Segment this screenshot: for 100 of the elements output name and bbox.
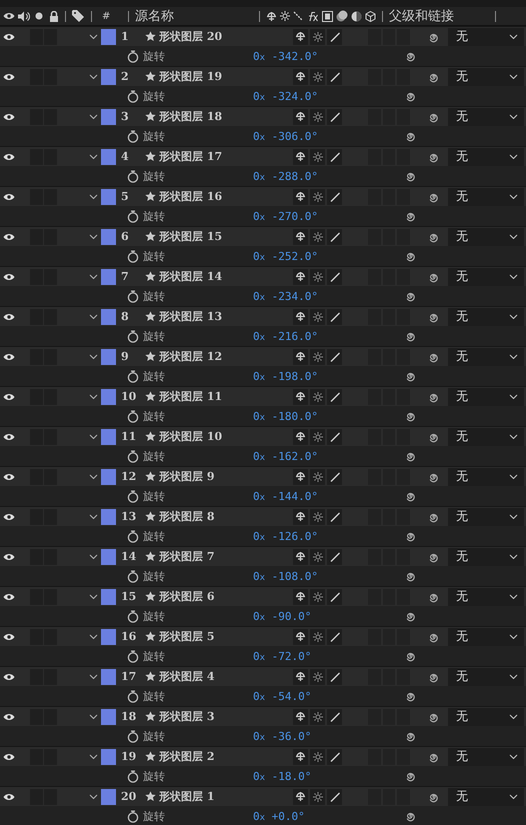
layer-name[interactable]: 形状图层 1 <box>159 789 267 804</box>
layer-number: 4 <box>120 150 130 163</box>
property-name: 旋转 <box>143 728 166 744</box>
layer-number: 19 <box>120 750 138 763</box>
property-name: 旋转 <box>143 168 166 184</box>
parent-dropdown[interactable]: 无 <box>448 348 524 366</box>
property-name: 旋转 <box>143 648 166 664</box>
parent-dropdown[interactable]: 无 <box>448 108 524 126</box>
property-value[interactable]: 0x -342.0° <box>253 50 405 62</box>
property-name: 旋转 <box>143 528 166 544</box>
property-value[interactable]: 0x -252.0° <box>253 250 405 262</box>
property-name: 旋转 <box>143 688 166 704</box>
parent-dropdown[interactable]: 无 <box>448 748 524 766</box>
parent-dropdown[interactable]: 无 <box>448 28 524 46</box>
parent-dropdown[interactable]: 无 <box>448 188 524 206</box>
layer-name[interactable]: 形状图层 5 <box>159 629 267 644</box>
property-value[interactable]: 0x -162.0° <box>253 450 405 462</box>
property-value[interactable]: 0x -126.0° <box>253 530 405 542</box>
parent-dropdown[interactable]: 无 <box>448 148 524 166</box>
layer-number: 18 <box>120 710 138 723</box>
layer-number: 17 <box>120 670 138 683</box>
property-name: 旋转 <box>143 88 166 104</box>
parent-dropdown[interactable]: 无 <box>448 668 524 686</box>
layer-name[interactable]: 形状图层 15 <box>159 229 267 244</box>
layer-name[interactable]: 形状图层 6 <box>159 589 267 604</box>
property-name: 旋转 <box>143 328 166 344</box>
property-name: 旋转 <box>143 208 166 224</box>
parent-dropdown[interactable]: 无 <box>448 628 524 646</box>
parent-dropdown[interactable]: 无 <box>448 308 524 326</box>
property-value[interactable]: 0x -198.0° <box>253 370 405 382</box>
parent-dropdown[interactable]: 无 <box>448 428 524 446</box>
property-name: 旋转 <box>143 288 166 304</box>
property-value[interactable]: 0x -36.0° <box>253 730 405 742</box>
layer-name[interactable]: 形状图层 7 <box>159 549 267 564</box>
layer-number: 20 <box>120 790 138 803</box>
property-name: 旋转 <box>143 128 166 144</box>
property-name: 旋转 <box>143 488 166 504</box>
layer-number: 13 <box>120 510 138 523</box>
layer-name[interactable]: 形状图层 9 <box>159 469 267 484</box>
layer-number: 15 <box>120 590 138 603</box>
property-value[interactable]: 0x -324.0° <box>253 90 405 102</box>
parent-dropdown[interactable]: 无 <box>448 788 524 806</box>
property-name: 旋转 <box>143 48 166 64</box>
layer-number: 6 <box>120 230 130 243</box>
layer-number: 16 <box>120 630 138 643</box>
property-name: 旋转 <box>143 568 166 584</box>
parent-dropdown[interactable]: 无 <box>448 388 524 406</box>
property-value[interactable]: 0x -288.0° <box>253 170 405 182</box>
layer-name[interactable]: 形状图层 16 <box>159 189 267 204</box>
parent-dropdown[interactable]: 无 <box>448 468 524 486</box>
layer-name[interactable]: 形状图层 19 <box>159 69 267 84</box>
parent-dropdown[interactable]: 无 <box>448 228 524 246</box>
parent-dropdown[interactable]: 无 <box>448 548 524 566</box>
property-value[interactable]: 0x -18.0° <box>253 770 405 782</box>
layer-name[interactable]: 形状图层 14 <box>159 269 267 284</box>
layer-name[interactable]: 形状图层 12 <box>159 349 267 364</box>
parent-dropdown[interactable]: 无 <box>448 588 524 606</box>
layer-name[interactable]: 形状图层 3 <box>159 709 267 724</box>
parent-column-header: 父级和链接 <box>389 8 455 25</box>
layer-name[interactable]: 形状图层 20 <box>159 29 267 44</box>
property-value[interactable]: 0x -306.0° <box>253 130 405 142</box>
property-value[interactable]: 0x +0.0° <box>253 810 405 822</box>
property-name: 旋转 <box>143 408 166 424</box>
property-value[interactable]: 0x -270.0° <box>253 210 405 222</box>
parent-dropdown[interactable]: 无 <box>448 268 524 286</box>
property-value[interactable]: 0x -72.0° <box>253 650 405 662</box>
layer-number: 14 <box>120 550 138 563</box>
layer-number: 8 <box>120 310 130 323</box>
property-value[interactable]: 0x -180.0° <box>253 410 405 422</box>
property-name: 旋转 <box>143 448 166 464</box>
property-value[interactable]: 0x -144.0° <box>253 490 405 502</box>
property-value[interactable]: 0x -216.0° <box>253 330 405 342</box>
property-value[interactable]: 0x -234.0° <box>253 290 405 302</box>
layer-number: 12 <box>120 470 138 483</box>
layer-number: 7 <box>120 270 130 283</box>
parent-dropdown[interactable]: 无 <box>448 708 524 726</box>
source-name-column-header: 源名称 <box>135 8 175 25</box>
layer-name[interactable]: 形状图层 11 <box>159 389 267 404</box>
property-value[interactable]: 0x -54.0° <box>253 690 405 702</box>
layer-number: 10 <box>120 390 138 403</box>
property-name: 旋转 <box>143 248 166 264</box>
layer-name[interactable]: 形状图层 18 <box>159 109 267 124</box>
property-value[interactable]: 0x -108.0° <box>253 570 405 582</box>
layer-name[interactable]: 形状图层 13 <box>159 309 267 324</box>
parent-dropdown[interactable]: 无 <box>448 68 524 86</box>
layer-number: 11 <box>120 430 138 443</box>
parent-dropdown[interactable]: 无 <box>448 508 524 526</box>
property-name: 旋转 <box>143 808 166 824</box>
layer-name[interactable]: 形状图层 10 <box>159 429 267 444</box>
layer-name[interactable]: 形状图层 8 <box>159 509 267 524</box>
layer-name[interactable]: 形状图层 2 <box>159 749 267 764</box>
property-value[interactable]: 0x -90.0° <box>253 610 405 622</box>
property-name: 旋转 <box>143 768 166 784</box>
number-column-header: # <box>102 10 112 22</box>
layer-number: 2 <box>120 70 130 83</box>
layer-number: 3 <box>120 110 130 123</box>
layer-name[interactable]: 形状图层 17 <box>159 149 267 164</box>
property-name: 旋转 <box>143 608 166 624</box>
layer-name[interactable]: 形状图层 4 <box>159 669 267 684</box>
property-name: 旋转 <box>143 368 166 384</box>
